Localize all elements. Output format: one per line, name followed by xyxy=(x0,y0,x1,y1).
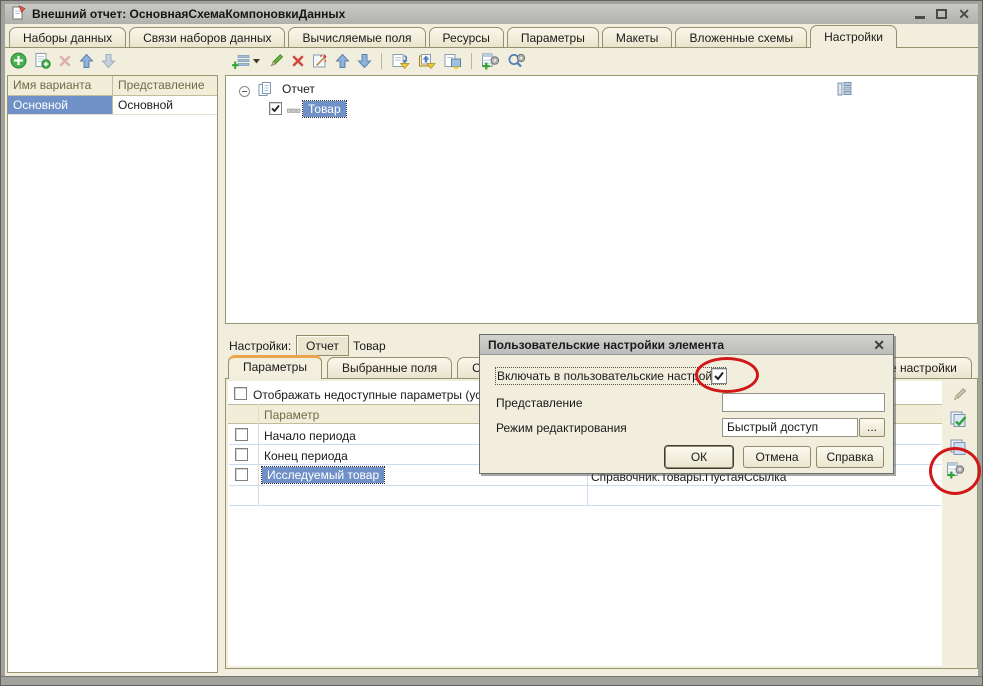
column-divider xyxy=(258,404,259,505)
edit-icon[interactable] xyxy=(268,53,284,69)
move-down-icon[interactable] xyxy=(357,53,372,69)
dialog-title-bar[interactable]: Пользовательские настройки элемента ✕ xyxy=(480,335,893,355)
presentation-label: Представление xyxy=(496,396,583,410)
row-separator xyxy=(229,485,941,486)
row-checkbox[interactable] xyxy=(235,428,248,441)
load-settings-icon[interactable] xyxy=(417,53,436,70)
add-item-dropdown-icon[interactable] xyxy=(253,57,261,65)
close-icon[interactable]: ✕ xyxy=(958,9,970,19)
parameter-row-period-end[interactable]: Конец периода xyxy=(264,449,348,463)
structure-icon[interactable] xyxy=(836,81,852,100)
window-bottom-frame xyxy=(1,676,982,685)
move-up-icon[interactable] xyxy=(79,53,94,69)
edit-icon[interactable] xyxy=(951,387,967,403)
tab-settings[interactable]: Настройки xyxy=(810,25,897,48)
report-node-icon xyxy=(257,81,274,101)
copy-add-icon[interactable] xyxy=(34,52,51,69)
tab-data-set-links[interactable]: Связи наборов данных xyxy=(129,27,285,48)
row-checkbox[interactable] xyxy=(235,468,248,481)
structure-panel: Отчет Товар xyxy=(225,75,978,324)
structure-toolbar xyxy=(232,52,526,70)
column-header-parameter[interactable]: Параметр xyxy=(264,408,319,422)
user-settings-dialog: Пользовательские настройки элемента ✕ Вк… xyxy=(479,334,894,474)
variant-presentation-cell[interactable]: Основной xyxy=(113,96,217,114)
parameter-row-product-selected[interactable]: Исследуемый товар xyxy=(262,467,384,483)
tree-item-checkbox[interactable] xyxy=(269,102,282,115)
tree-node-report[interactable]: Отчет xyxy=(282,82,315,96)
collapse-icon[interactable] xyxy=(239,86,250,97)
table-row[interactable]: Основной Основной xyxy=(8,96,217,115)
toolbar-separator xyxy=(471,53,472,69)
tab-settings-selected-fields[interactable]: Выбранные поля xyxy=(327,357,452,379)
tab-templates[interactable]: Макеты xyxy=(602,27,673,48)
user-settings-add-icon[interactable] xyxy=(481,52,500,70)
variants-header: Имя варианта Представление xyxy=(8,76,217,96)
variant-name-cell[interactable]: Основной xyxy=(8,96,113,114)
cancel-button[interactable]: Отмена xyxy=(743,446,811,468)
annotation-ellipse-user-settings-button xyxy=(929,447,981,495)
show-unavailable-checkbox[interactable] xyxy=(234,387,247,400)
tab-settings-parameters[interactable]: Параметры xyxy=(228,355,322,379)
window-title: Внешний отчет: ОсновнаяСхемаКомпоновкиДа… xyxy=(32,7,345,21)
delete-icon[interactable] xyxy=(58,54,72,68)
dialog-title: Пользовательские настройки элемента xyxy=(488,338,724,352)
user-settings-view-icon[interactable] xyxy=(507,52,526,70)
parameter-row-period-start[interactable]: Начало периода xyxy=(264,429,356,443)
settings-path-product[interactable]: Товар xyxy=(353,339,386,353)
settings-label: Настройки: xyxy=(229,339,291,353)
maximize-icon[interactable] xyxy=(936,9,947,19)
select-check-icon[interactable] xyxy=(948,410,969,429)
move-up-icon[interactable] xyxy=(335,53,350,69)
annotation-ellipse-checkbox xyxy=(695,357,759,393)
column-header-variant-name[interactable]: Имя варианта xyxy=(8,76,113,95)
main-tab-bar: Наборы данных Связи наборов данных Вычис… xyxy=(5,25,978,48)
row-checkbox[interactable] xyxy=(235,448,248,461)
show-unavailable-label[interactable]: Отображать недоступные параметры (устана… xyxy=(253,388,513,402)
wizard-icon[interactable] xyxy=(312,53,328,69)
tab-parameters[interactable]: Параметры xyxy=(507,27,599,48)
presentation-input[interactable] xyxy=(722,393,885,412)
report-icon xyxy=(11,5,26,23)
toolbar-separator xyxy=(381,53,382,69)
edit-mode-input[interactable]: Быстрый доступ xyxy=(722,418,858,437)
ok-button[interactable]: ОК xyxy=(665,446,733,468)
tab-calculated-fields[interactable]: Вычисляемые поля xyxy=(288,27,425,48)
parameter-node-icon xyxy=(287,105,301,119)
tab-resources[interactable]: Ресурсы xyxy=(429,27,504,48)
app-window: Внешний отчет: ОсновнаяСхемаКомпоновкиДа… xyxy=(0,0,983,686)
title-bar[interactable]: Внешний отчет: ОсновнаяСхемаКомпоновкиДа… xyxy=(5,4,978,24)
tab-nested-schemas[interactable]: Вложенные схемы xyxy=(675,27,807,48)
variants-toolbar xyxy=(10,52,116,69)
tree-node-product[interactable]: Товар xyxy=(303,101,346,117)
tab-data-sets[interactable]: Наборы данных xyxy=(9,27,126,48)
move-down-icon[interactable] xyxy=(101,53,116,69)
settings-path-report-button[interactable]: Отчет xyxy=(296,335,349,356)
include-in-user-settings-label: Включать в пользовательские настройки xyxy=(496,368,725,384)
delete-icon[interactable] xyxy=(291,54,305,68)
add-item-icon[interactable] xyxy=(232,53,250,70)
dialog-close-icon[interactable]: ✕ xyxy=(873,338,885,352)
row-separator xyxy=(229,505,941,506)
minimize-icon[interactable] xyxy=(915,16,925,19)
edit-mode-more-button[interactable]: ... xyxy=(859,418,885,437)
edit-mode-label: Режим редактирования xyxy=(496,421,627,435)
column-header-presentation[interactable]: Представление xyxy=(113,76,217,95)
restore-defaults-icon[interactable] xyxy=(391,53,410,70)
help-button[interactable]: Справка xyxy=(816,446,884,468)
save-settings-icon[interactable] xyxy=(443,53,462,70)
add-icon[interactable] xyxy=(10,52,27,69)
variants-panel: Имя варианта Представление Основной Осно… xyxy=(7,75,218,673)
